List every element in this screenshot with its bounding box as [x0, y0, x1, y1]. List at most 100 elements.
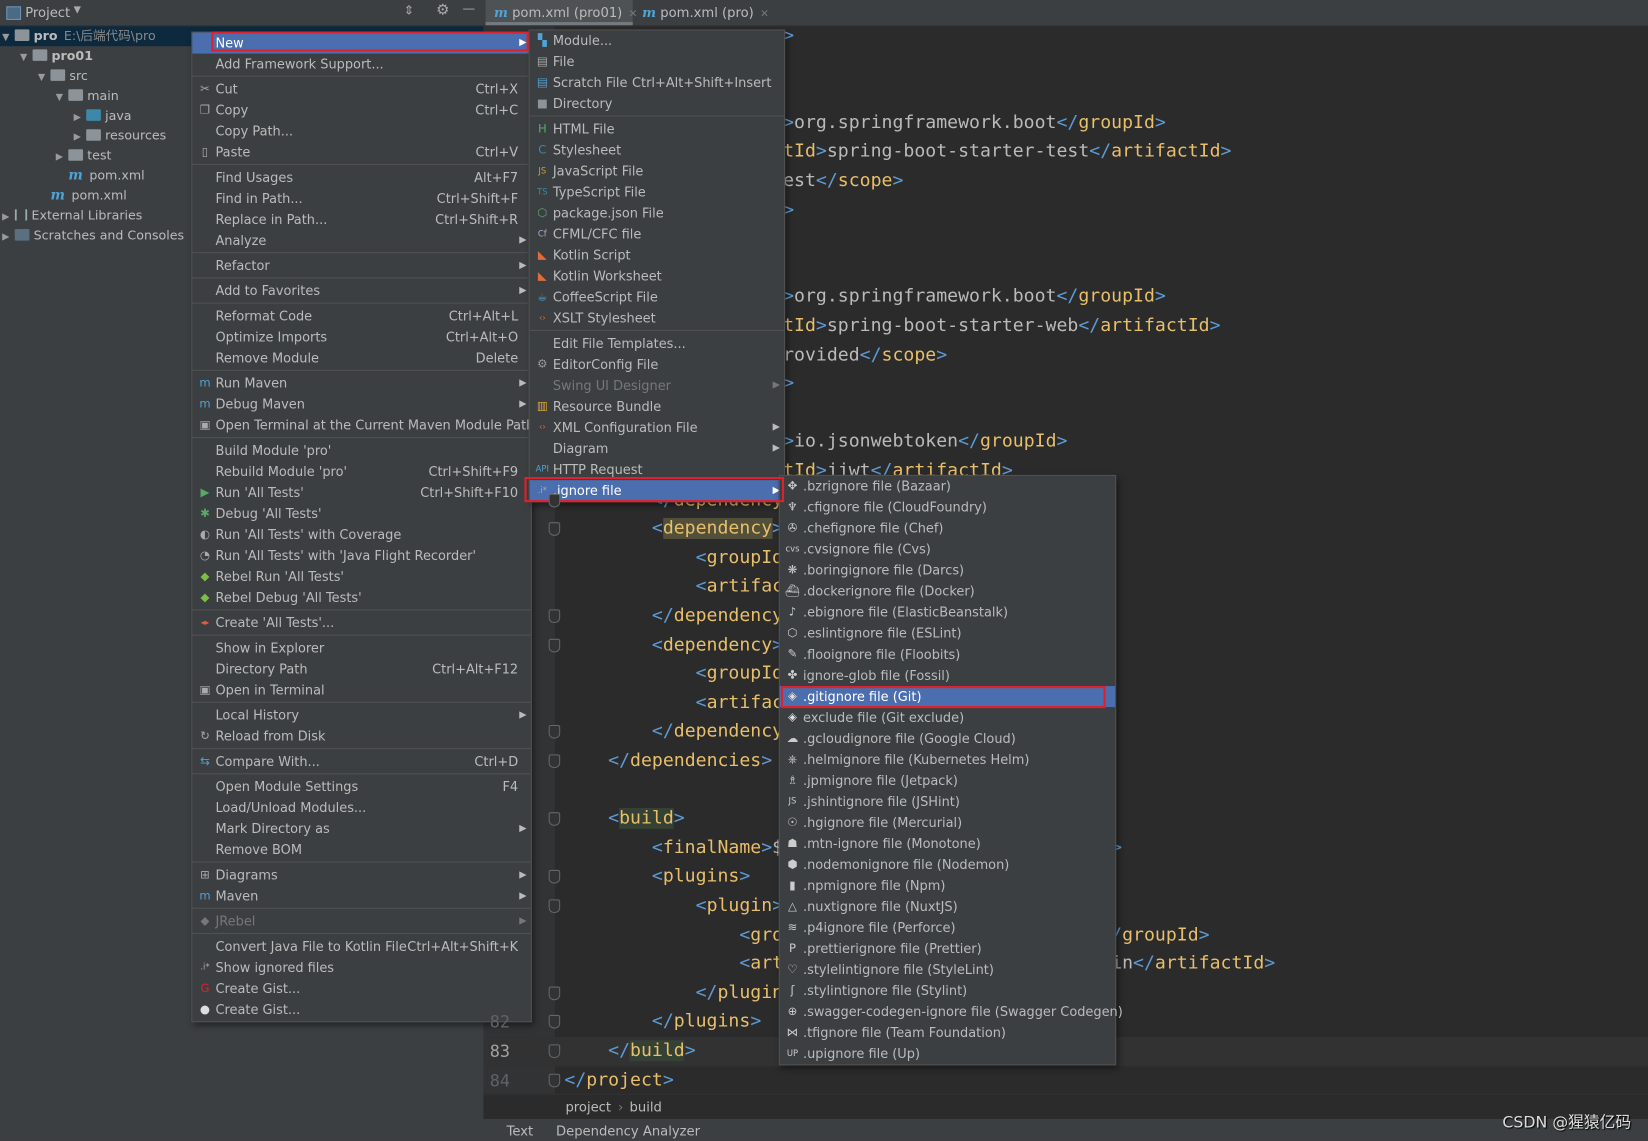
menu-item-run-all-tests-with-java-flight-recorder[interactable]: ◔ Run 'All Tests' with 'Java Flight Recor…: [192, 545, 530, 566]
menu-item-p4ignore-file-perforce[interactable]: ≋ .p4ignore file (Perforce): [780, 917, 1115, 938]
menu-item-kotlin-worksheet[interactable]: ◣ Kotlin Worksheet: [530, 266, 784, 287]
fold-marker-icon[interactable]: [548, 870, 561, 884]
menu-item-mark-directory-as[interactable]: Mark Directory as ▶: [192, 818, 530, 839]
menu-item-run-all-tests[interactable]: ▶ Run 'All Tests' Ctrl+Shift+F10: [192, 482, 530, 503]
menu-item-stylelintignore-file-stylelint[interactable]: ♡ .stylelintignore file (StyleLint): [780, 959, 1115, 980]
menu-item-edit-file-templates[interactable]: Edit File Templates...: [530, 333, 784, 354]
menu-item-prettierignore-file-prettier[interactable]: P .prettierignore file (Prettier): [780, 938, 1115, 959]
menu-item-diagram[interactable]: Diagram ▶: [530, 438, 784, 459]
fold-marker-icon[interactable]: [548, 638, 561, 653]
menu-item-open-in-terminal[interactable]: ▣ Open in Terminal: [192, 680, 530, 701]
menu-item-helmignore-file-kubernetes-helm[interactable]: ⎈ .helmignore file (Kubernetes Helm): [780, 749, 1115, 770]
menu-item-refactor[interactable]: Refactor ▶: [192, 255, 530, 276]
fold-marker-icon[interactable]: [548, 522, 561, 537]
menu-item-compare-with[interactable]: ⇆ Compare With... Ctrl+D: [192, 751, 530, 772]
fold-marker-icon[interactable]: [548, 493, 561, 508]
menu-item-show-in-explorer[interactable]: Show in Explorer: [192, 638, 530, 659]
gear-icon[interactable]: ⚙: [436, 2, 449, 19]
menu-item-create-gist[interactable]: ● Create Gist...: [192, 999, 530, 1020]
menu-item-exclude-file-git-exclude[interactable]: ◈ exclude file (Git exclude): [780, 707, 1115, 728]
menu-item-local-history[interactable]: Local History ▶: [192, 705, 530, 726]
fold-marker-icon[interactable]: [548, 725, 561, 740]
menu-item-rebuild-module-pro[interactable]: Rebuild Module 'pro' Ctrl+Shift+F9: [192, 461, 530, 482]
menu-item-tfignore-file-team-foundation[interactable]: ⋈ .tfignore file (Team Foundation): [780, 1022, 1115, 1043]
menu-item-module[interactable]: ▚ Module...: [530, 30, 784, 51]
menu-item-xslt-stylesheet[interactable]: ‹› XSLT Stylesheet: [530, 308, 784, 329]
fold-marker-icon[interactable]: [548, 1015, 561, 1029]
menu-item-stylesheet[interactable]: C Stylesheet: [530, 140, 784, 161]
menu-item-rebel-debug-all-tests[interactable]: ◆ Rebel Debug 'All Tests': [192, 587, 530, 608]
menu-item-resource-bundle[interactable]: ▥ Resource Bundle: [530, 396, 784, 417]
menu-item-hgignore-file-mercurial[interactable]: ☉ .hgignore file (Mercurial): [780, 812, 1115, 833]
menu-item-kotlin-script[interactable]: ◣ Kotlin Script: [530, 245, 784, 266]
menu-item-http-request[interactable]: API HTTP Request: [530, 459, 784, 480]
menu-item-nodemonignore-file-nodemon[interactable]: ⬢ .nodemonignore file (Nodemon): [780, 854, 1115, 875]
menu-item-new[interactable]: New ▶: [192, 32, 531, 54]
menu-item-paste[interactable]: ▯ Paste Ctrl+V: [192, 142, 530, 163]
menu-item-xml-configuration-file[interactable]: ‹› XML Configuration File ▶: [530, 417, 784, 438]
menu-item-coffeescript-file[interactable]: ☕ CoffeeScript File: [530, 287, 784, 308]
menu-item-cfml-cfc-file[interactable]: Cf CFML/CFC file: [530, 224, 784, 245]
menu-item-copy[interactable]: ❐ Copy Ctrl+C: [192, 100, 530, 121]
menu-item-jpmignore-file-jetpack[interactable]: ♗ .jpmignore file (Jetpack): [780, 770, 1115, 791]
fold-marker-icon[interactable]: [548, 609, 561, 624]
menu-item-remove-module[interactable]: Remove Module Delete: [192, 348, 530, 369]
menu-item-debug-maven[interactable]: m Debug Maven ▶: [192, 394, 530, 415]
menu-item-add-framework-support[interactable]: Add Framework Support...: [192, 54, 530, 75]
menu-item-mtn-ignore-file-monotone[interactable]: ☗ .mtn-ignore file (Monotone): [780, 833, 1115, 854]
menu-item-flooignore-file-floobits[interactable]: ✎ .flooignore file (Floobits): [780, 644, 1115, 665]
menu-item-cut[interactable]: ✂ Cut Ctrl+X: [192, 79, 530, 100]
fold-marker-icon[interactable]: [548, 986, 561, 1000]
menu-item-cvsignore-file-cvs[interactable]: cvs .cvsignore file (Cvs): [780, 539, 1115, 560]
fold-marker-icon[interactable]: [548, 1044, 561, 1058]
menu-item-create-gist[interactable]: G Create Gist...: [192, 978, 530, 999]
menu-item-find-in-path[interactable]: Find in Path... Ctrl+Shift+F: [192, 188, 530, 209]
menu-item-gcloudignore-file-google-cloud[interactable]: ☁ .gcloudignore file (Google Cloud): [780, 728, 1115, 749]
menu-item-remove-bom[interactable]: Remove BOM: [192, 839, 530, 860]
menu-item-chefignore-file-chef[interactable]: ✇ .chefignore file (Chef): [780, 518, 1115, 539]
menu-item-copy-path[interactable]: Copy Path...: [192, 121, 530, 142]
menu-item-open-terminal-at-the-current-maven-module-path[interactable]: ▣ Open Terminal at the Current Maven Modu…: [192, 415, 534, 436]
menu-item-create-all-tests[interactable]: ◂▸ Create 'All Tests'...: [192, 613, 530, 634]
menu-item-diagrams[interactable]: ⊞ Diagrams ▶: [192, 865, 530, 886]
menu-item-open-module-settings[interactable]: Open Module Settings F4: [192, 776, 530, 797]
tab-dependency-analyzer[interactable]: Dependency Analyzer: [556, 1119, 700, 1141]
menu-item-javascript-file[interactable]: JS JavaScript File: [530, 161, 784, 182]
fold-marker-icon[interactable]: [548, 1073, 561, 1087]
menu-item-html-file[interactable]: H HTML File: [530, 119, 784, 140]
menu-item-reformat-code[interactable]: Reformat Code Ctrl+Alt+L: [192, 306, 530, 327]
project-view-selector[interactable]: Project: [25, 4, 70, 20]
tab-text[interactable]: Text: [507, 1119, 534, 1141]
menu-item-build-module-pro[interactable]: Build Module 'pro': [192, 440, 530, 461]
close-icon[interactable]: ✕: [760, 8, 769, 20]
menu-item-add-to-favorites[interactable]: Add to Favorites ▶: [192, 281, 530, 302]
collapse-arrow-icon[interactable]: ▶: [2, 228, 15, 248]
menu-item-run-maven[interactable]: m Run Maven ▶: [192, 373, 530, 394]
menu-item-editorconfig-file[interactable]: ⚙ EditorConfig File: [530, 354, 784, 375]
menu-item-reload-from-disk[interactable]: ↻ Reload from Disk: [192, 726, 530, 747]
menu-item-ignore-glob-file-fossil[interactable]: ✤ ignore-glob file (Fossil): [780, 665, 1115, 686]
menu-item-file[interactable]: ▤ File: [530, 51, 784, 72]
menu-item-directory[interactable]: ■ Directory: [530, 94, 784, 115]
menu-item-bzrignore-file-bazaar[interactable]: ✥ .bzrignore file (Bazaar): [780, 476, 1115, 497]
menu-item-swagger-codegen-ignore-file-swagger-codegen[interactable]: ⊕ .swagger-codegen-ignore file (Swagger C…: [780, 1001, 1123, 1022]
breadcrumb-item[interactable]: project: [565, 1095, 611, 1119]
menu-item-dockerignore-file-docker[interactable]: ⛴ .dockerignore file (Docker): [780, 581, 1115, 602]
menu-item-ignore-file[interactable]: .i* .ignore file ▶: [529, 480, 785, 502]
menu-item-ebignore-file-elasticbeanstalk[interactable]: ♪ .ebignore file (ElasticBeanstalk): [780, 602, 1115, 623]
menu-item-typescript-file[interactable]: TS TypeScript File: [530, 182, 784, 203]
menu-item-analyze[interactable]: Analyze ▶: [192, 230, 530, 251]
menu-item-debug-all-tests[interactable]: ✱ Debug 'All Tests': [192, 503, 530, 524]
menu-item-find-usages[interactable]: Find Usages Alt+F7: [192, 167, 530, 188]
menu-item-upignore-file-up[interactable]: UP .upignore file (Up): [780, 1043, 1115, 1064]
menu-item-gitignore-file-git[interactable]: ◈ .gitignore file (Git): [779, 686, 1116, 708]
menu-item-optimize-imports[interactable]: Optimize Imports Ctrl+Alt+O: [192, 327, 530, 348]
menu-item-scratch-file[interactable]: ▤ Scratch File Ctrl+Alt+Shift+Insert: [530, 72, 784, 93]
minimize-icon[interactable]: —: [462, 1, 475, 16]
menu-item-npmignore-file-npm[interactable]: ▮ .npmignore file (Npm): [780, 875, 1115, 896]
menu-item-eslintignore-file-eslint[interactable]: ⬡ .eslintignore file (ESLint): [780, 623, 1115, 644]
menu-item-run-all-tests-with-coverage[interactable]: ◐ Run 'All Tests' with Coverage: [192, 524, 530, 545]
menu-item-show-ignored-files[interactable]: .i* Show ignored files: [192, 957, 530, 978]
menu-item-load-unload-modules[interactable]: Load/Unload Modules...: [192, 797, 530, 818]
menu-item-directory-path[interactable]: Directory Path Ctrl+Alt+F12: [192, 659, 530, 680]
